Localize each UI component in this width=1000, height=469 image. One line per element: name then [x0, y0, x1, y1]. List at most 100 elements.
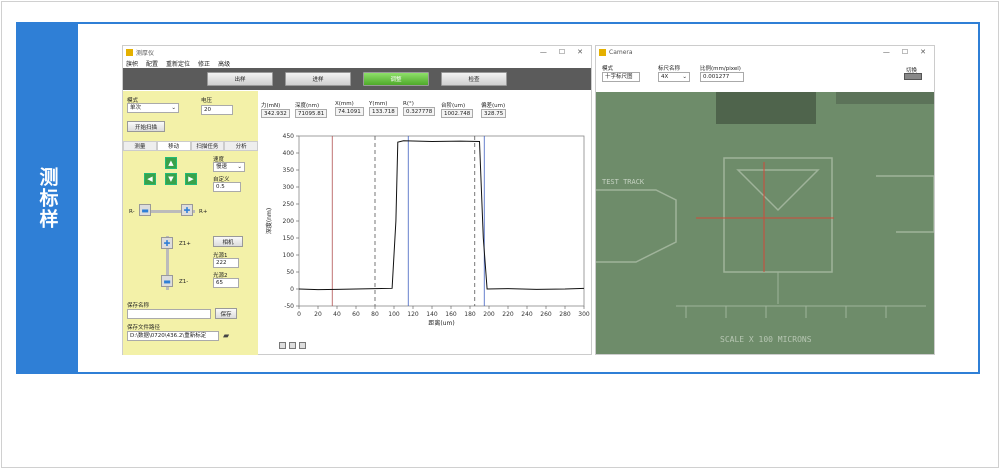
- window-titlebar: 测厚仪 — ☐ ✕: [123, 46, 591, 58]
- tab-bar: 测量 移动 扫描任务 分析: [123, 141, 258, 151]
- readout-value: 133.718: [369, 107, 398, 116]
- save-path-field[interactable]: D:\数据\0720\436.2\重新标定: [127, 331, 219, 341]
- zoom-icon[interactable]: [279, 342, 286, 349]
- x-tick-label: 260: [540, 311, 552, 318]
- camera-image: TEST TRACK SCALE X 100 MICRONS: [596, 92, 934, 354]
- y-tick-label: 250: [283, 201, 295, 208]
- readout-r: R(°) 0.327778: [403, 101, 436, 116]
- speed-select[interactable]: 慢速 ⌄: [213, 162, 245, 172]
- save-name-label: 保存名称: [127, 303, 150, 309]
- ruler-label: 标尺名称: [658, 66, 681, 72]
- camera-button[interactable]: 相机: [213, 236, 243, 247]
- speed-value: 慢速: [216, 164, 228, 170]
- arrow-up-icon: ▲: [168, 159, 174, 167]
- cam-mode-select[interactable]: 十字标尺图: [602, 72, 640, 82]
- rotation-minus-button[interactable]: ▬: [139, 204, 151, 216]
- save-button[interactable]: 保存: [215, 308, 237, 319]
- readout-offset: 偏差(um) 328.75: [481, 101, 507, 118]
- readout-y: Y(mm) 133.718: [369, 101, 398, 116]
- maximize-icon[interactable]: ☐: [902, 48, 908, 56]
- readout-label: 偏差(um): [481, 103, 506, 109]
- minimize-icon[interactable]: —: [883, 48, 890, 56]
- cam-mode-label: 模式: [602, 66, 614, 72]
- custom-field[interactable]: 0.5: [213, 182, 241, 192]
- menu-item[interactable]: 重新定位: [166, 59, 190, 68]
- menu-item[interactable]: 配置: [146, 59, 158, 68]
- y-axis-label: 深度(nm): [265, 208, 273, 234]
- section-title: 测标样: [36, 166, 59, 230]
- switch-toggle[interactable]: [904, 73, 922, 80]
- tab-move[interactable]: 移动: [156, 141, 191, 151]
- start-scan-button[interactable]: 开始扫描: [127, 121, 165, 132]
- folder-icon[interactable]: ▰: [223, 331, 229, 340]
- menu-item[interactable]: 高级: [218, 59, 230, 68]
- light1-field[interactable]: 222: [213, 258, 239, 268]
- x-tick-label: 140: [426, 311, 438, 318]
- save-name-field[interactable]: [127, 309, 211, 319]
- z-down-button[interactable]: ▬: [161, 275, 173, 287]
- chevron-down-icon: ⌄: [237, 164, 242, 170]
- ruler-select[interactable]: 4X ⌄: [658, 72, 690, 82]
- readout-value: 74.1091: [335, 107, 364, 116]
- cursor-icon[interactable]: [299, 342, 306, 349]
- ratio-field[interactable]: 0.001277: [700, 72, 744, 82]
- tab-measure[interactable]: 测量: [123, 141, 157, 151]
- rotation-plus-button[interactable]: ✚: [181, 204, 193, 216]
- readout-strip: 力(mN) 342.932 深度(nm) 71095.81 X(mm) 74.1091…: [261, 101, 591, 121]
- readout-depth: 深度(nm) 71095.81: [295, 101, 328, 118]
- y-tick-label: 150: [283, 235, 295, 242]
- minimize-icon[interactable]: —: [540, 48, 547, 56]
- x-tick-label: 60: [352, 311, 360, 318]
- x-tick-label: 280: [559, 311, 571, 318]
- slide-frame: 测标样 测厚仪 — ☐ ✕ 旗帜 配置 重新定位 修正 高级 出样 进样 调整 …: [1, 1, 999, 468]
- move-left-button[interactable]: ◀: [144, 173, 156, 185]
- readout-value: 342.932: [261, 109, 290, 118]
- x-tick-label: 200: [483, 311, 495, 318]
- load-button[interactable]: 进样: [285, 72, 351, 86]
- voltage-field[interactable]: 20: [201, 105, 233, 115]
- chevron-down-icon: ⌄: [171, 105, 176, 111]
- app-icon: [126, 48, 133, 56]
- y-tick-label: 50: [286, 269, 294, 276]
- y-tick-label: 200: [283, 218, 295, 225]
- maximize-icon[interactable]: ☐: [559, 48, 565, 56]
- readout-value: 1002.748: [441, 109, 474, 118]
- mode-select[interactable]: 单次 ⌄: [127, 103, 179, 113]
- r-plus-label: R+: [199, 209, 208, 215]
- move-down-button[interactable]: ▼: [165, 173, 177, 185]
- plot-tools: [279, 342, 306, 349]
- y-tick-label: 400: [283, 150, 295, 157]
- control-panel: 模式 单次 ⌄ 电压 20 开始扫描 测量 移动 扫描任务 分析 ▲ ◀ ▼ ▶ …: [123, 91, 258, 355]
- z-up-button[interactable]: ✚: [161, 237, 173, 249]
- adjust-button[interactable]: 调整: [363, 72, 429, 86]
- ratio-label: 比例(mm/pixel): [700, 66, 741, 72]
- window-title: Camera: [609, 48, 633, 56]
- readout-step: 台阶(um) 1002.748: [441, 101, 474, 118]
- move-up-button[interactable]: ▲: [165, 157, 177, 169]
- close-icon[interactable]: ✕: [920, 48, 926, 56]
- light2-field[interactable]: 65: [213, 278, 239, 288]
- image-text-scale: SCALE X 100 MICRONS: [720, 335, 812, 344]
- window-titlebar: Camera — ☐ ✕: [596, 46, 934, 58]
- voltage-label: 电压: [201, 98, 213, 104]
- app-icon: [599, 48, 606, 56]
- unload-button[interactable]: 出样: [207, 72, 273, 86]
- pan-icon[interactable]: [289, 342, 296, 349]
- minus-icon: ▬: [163, 276, 171, 286]
- menu-item[interactable]: 修正: [198, 59, 210, 68]
- inspect-button[interactable]: 检查: [441, 72, 507, 86]
- tab-scan-task[interactable]: 扫描任务: [190, 141, 225, 151]
- minus-icon: ▬: [141, 205, 149, 215]
- tab-analysis[interactable]: 分析: [224, 141, 258, 151]
- x-tick-label: 220: [502, 311, 514, 318]
- readout-label: 力(mN): [261, 103, 281, 109]
- menu-item[interactable]: 旗帜: [126, 59, 138, 68]
- close-icon[interactable]: ✕: [577, 48, 583, 56]
- menu-bar: 旗帜 配置 重新定位 修正 高级: [123, 58, 591, 68]
- ruler-value: 4X: [661, 74, 669, 80]
- y-tick-label: 100: [283, 252, 295, 259]
- move-right-button[interactable]: ▶: [185, 173, 197, 185]
- image-text-test-track: TEST TRACK: [602, 178, 645, 186]
- x-tick-label: 240: [521, 311, 533, 318]
- y-tick-label: 300: [283, 184, 295, 191]
